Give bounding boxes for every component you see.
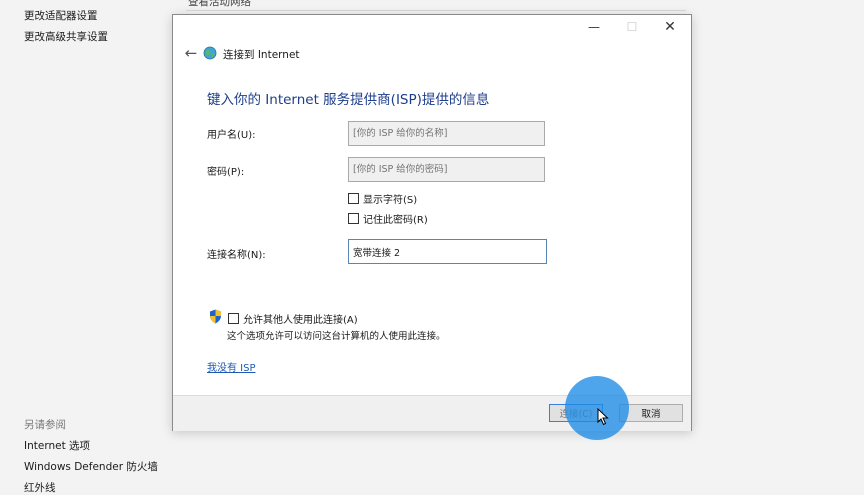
divider [186, 10, 686, 11]
connection-name-field[interactable] [348, 239, 547, 264]
minimize-button[interactable]: — [575, 15, 613, 39]
show-characters-option[interactable]: 显示字符(S) [348, 191, 417, 206]
remember-password-label: 记住此密码(R) [363, 215, 428, 226]
mouse-cursor-icon [597, 408, 609, 426]
change-adapter-settings-link[interactable]: 更改适配器设置 [24, 8, 98, 23]
username-field[interactable] [348, 121, 545, 146]
network-globe-icon [203, 46, 217, 60]
nav-header: ← 连接到 Internet [173, 41, 691, 65]
view-active-networks-text: 查看活动网络 [188, 0, 251, 8]
username-label: 用户名(U): [207, 130, 256, 141]
internet-options-link[interactable]: Internet 选项 [24, 438, 90, 453]
page-heading: 键入你的 Internet 服务提供商(ISP)提供的信息 [207, 92, 490, 108]
maximize-button[interactable]: ☐ [613, 15, 651, 39]
allow-others-option[interactable]: 允许其他人使用此连接(A) [228, 311, 358, 326]
infrared-link[interactable]: 红外线 [24, 480, 56, 495]
allow-others-description: 这个选项允许可以访问这台计算机的人使用此连接。 [227, 331, 446, 342]
change-advanced-sharing-link[interactable]: 更改高级共享设置 [24, 29, 108, 44]
see-also-label: 另请参阅 [24, 419, 66, 431]
connection-name-label: 连接名称(N): [207, 250, 266, 261]
nav-title: 连接到 Internet [223, 49, 300, 61]
connect-to-internet-dialog: — ☐ ✕ ← 连接到 Internet 键入你的 Internet 服务提供商… [172, 14, 692, 431]
close-button[interactable]: ✕ [651, 15, 689, 39]
remember-password-option[interactable]: 记住此密码(R) [348, 211, 428, 226]
title-bar[interactable]: — ☐ ✕ [173, 15, 691, 39]
show-characters-checkbox[interactable] [348, 193, 359, 204]
password-label: 密码(P): [207, 167, 245, 178]
allow-others-checkbox[interactable] [228, 313, 239, 324]
password-field[interactable] [348, 157, 545, 182]
windows-defender-firewall-link[interactable]: Windows Defender 防火墙 [24, 459, 158, 474]
remember-password-checkbox[interactable] [348, 213, 359, 224]
allow-others-label: 允许其他人使用此连接(A) [243, 315, 358, 326]
show-characters-label: 显示字符(S) [363, 195, 418, 206]
back-arrow-icon[interactable]: ← [179, 41, 203, 65]
no-isp-link[interactable]: 我没有 ISP [207, 359, 256, 374]
uac-shield-icon [210, 309, 221, 324]
